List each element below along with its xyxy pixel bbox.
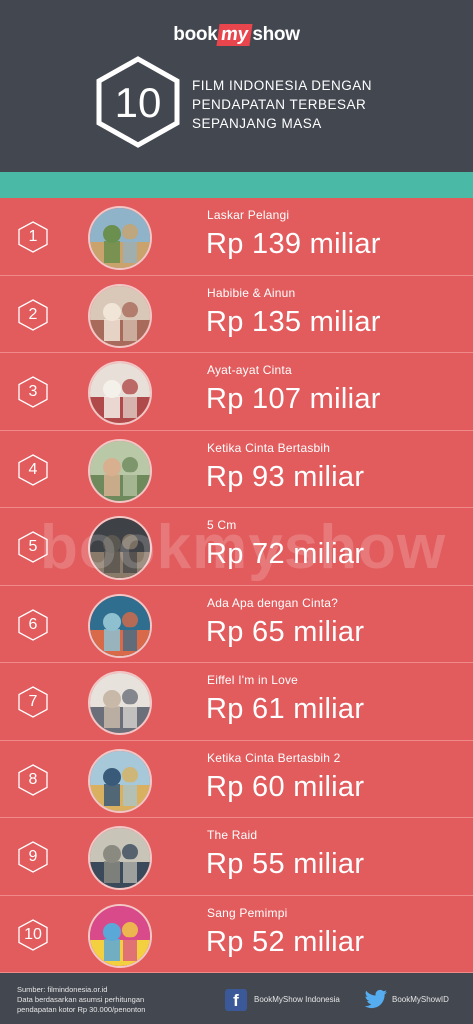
film-poster-image <box>88 748 152 813</box>
film-poster-image <box>88 826 152 890</box>
film-row: 10 Sang Pemimpi Rp 52 miliar <box>0 895 473 973</box>
film-poster-image <box>88 903 152 968</box>
twitter-icon[interactable] <box>364 989 388 1011</box>
hexagon-icon: 10 <box>96 56 180 148</box>
film-title: Eiffel I'm in Love <box>207 673 299 687</box>
top-ten-number: 10 <box>115 79 162 126</box>
film-earnings: Rp 60 miliar <box>206 770 365 803</box>
brand-logo-book: book <box>173 24 218 45</box>
film-title: Sang Pemimpi <box>207 905 288 920</box>
film-earnings: Rp 61 miliar <box>206 693 365 725</box>
accent-bar <box>0 172 473 198</box>
rank-number: 7 <box>28 693 38 710</box>
rank-number: 10 <box>24 925 42 943</box>
twitter-label[interactable]: BookMyShowID <box>392 995 449 1004</box>
film-row: 9 The Raid Rp 55 miliar <box>0 818 473 896</box>
rank-badge: 5 <box>16 530 50 564</box>
film-earnings: Rp 72 miliar <box>206 538 365 570</box>
film-title: Habibie & Ainun <box>207 285 296 300</box>
film-poster-image <box>88 516 152 580</box>
film-list: 1 Laskar Pelangi Rp 139 miliar 2 Habibie & A… <box>0 198 473 973</box>
source-line-1: Sumber: filmindonesia.or.id <box>17 985 108 994</box>
film-earnings: Rp 65 miliar <box>206 615 365 648</box>
facebook-label[interactable]: BookMyShow Indonesia <box>254 995 340 1004</box>
brand-logo-my: my <box>216 24 253 46</box>
film-title: Laskar Pelangi <box>207 208 290 222</box>
top-ten-badge: 10 <box>91 55 185 149</box>
film-title: 5 Cm <box>207 518 237 532</box>
film-title: Ada Apa dengan Cinta? <box>207 595 338 610</box>
film-title: Ketika Cinta Bertasbih <box>207 440 331 455</box>
film-earnings: Rp 93 miliar <box>206 460 365 493</box>
film-earnings: Rp 55 miliar <box>206 848 365 880</box>
footer: Sumber: filmindonesia.or.id Data berdasa… <box>0 975 473 1024</box>
source-line-2: Data berdasarkan asumsi perhitungan <box>17 995 145 1004</box>
brand-logo-show: show <box>252 24 300 45</box>
rank-badge: 6 <box>16 608 50 642</box>
film-title: Ketika Cinta Bertasbih 2 <box>207 750 341 765</box>
film-title: The Raid <box>207 828 258 842</box>
rank-number: 4 <box>28 460 38 478</box>
rank-number: 5 <box>28 538 38 555</box>
film-poster-image <box>88 671 152 735</box>
film-row: 5 5 Cm Rp 72 miliar <box>0 508 473 586</box>
film-row: 6 Ada Apa dengan Cinta? Rp 65 miliar <box>0 585 473 663</box>
header: book my show 10 FILM INDONESIA DENGAN PEND… <box>0 0 473 172</box>
page-title: FILM INDONESIA DENGAN PENDAPATAN TERBESA… <box>192 78 373 131</box>
rank-number: 1 <box>28 228 38 245</box>
film-row: 8 Ketika Cinta Bertasbih 2 Rp 60 miliar <box>0 740 473 818</box>
rank-badge: 1 <box>16 220 50 254</box>
film-poster-image <box>88 361 152 425</box>
film-row: 1 Laskar Pelangi Rp 139 miliar <box>0 198 473 276</box>
film-row: 2 Habibie & Ainun Rp 135 miliar <box>0 275 473 353</box>
rank-number: 2 <box>28 305 38 323</box>
facebook-icon[interactable]: f <box>225 989 247 1011</box>
rank-badge: 7 <box>16 685 50 719</box>
film-poster-image <box>88 283 152 348</box>
film-poster-image <box>88 438 152 503</box>
film-earnings: Rp 52 miliar <box>206 925 365 958</box>
source-note: Sumber: filmindonesia.or.id Data berdasa… <box>17 985 217 1015</box>
rank-badge: 4 <box>16 453 50 487</box>
film-row: 3 Ayat-ayat Cinta Rp 107 miliar <box>0 353 473 431</box>
source-line-3: pendapatan kotor Rp 30.000/penonton <box>17 1005 146 1014</box>
film-poster-image <box>88 593 152 658</box>
rank-badge: 9 <box>16 840 50 874</box>
film-earnings: Rp 135 miliar <box>206 305 381 338</box>
rank-badge: 3 <box>16 375 50 409</box>
rank-badge: 2 <box>16 298 50 332</box>
rank-badge: 8 <box>16 763 50 797</box>
rank-number: 6 <box>28 615 38 633</box>
rank-number: 8 <box>28 770 38 788</box>
film-row: 4 Ketika Cinta Bertasbih Rp 93 miliar <box>0 430 473 508</box>
film-earnings: Rp 107 miliar <box>206 383 381 415</box>
brand-logo: book my show <box>0 24 473 46</box>
film-row: 7 Eiffel I'm in Love Rp 61 miliar <box>0 663 473 741</box>
rank-number: 3 <box>28 383 38 400</box>
film-poster-image <box>88 206 152 270</box>
rank-badge: 10 <box>16 918 50 952</box>
rank-number: 9 <box>28 848 38 865</box>
film-title: Ayat-ayat Cinta <box>207 363 292 377</box>
film-earnings: Rp 139 miliar <box>206 228 381 260</box>
